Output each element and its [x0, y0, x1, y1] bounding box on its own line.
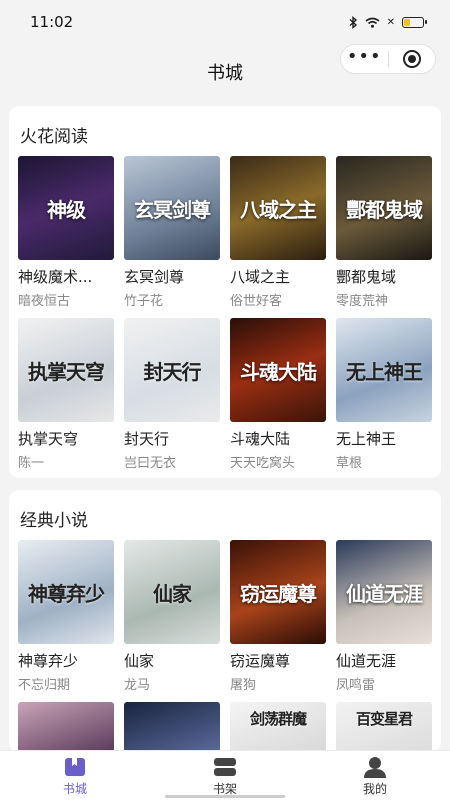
status-bar: 11:02 ✕	[0, 0, 450, 44]
cover-title-art: 剑荡群魔	[249, 710, 307, 728]
status-icons: ✕	[349, 15, 427, 29]
user-icon	[364, 757, 386, 778]
tab-bookstore[interactable]: 书城	[0, 751, 150, 800]
book-card[interactable]: 封天行 封天行 岂曰无衣	[124, 318, 220, 480]
book-grid: 神级 神级魔术... 暗夜恒古 玄冥剑尊 玄冥剑尊 竹子花 八域之主 八域之主 俗世好客 酆都鬼域…	[9, 156, 441, 480]
cover-title-art: 百变星君	[355, 710, 413, 728]
book-card[interactable]: 酆都鬼域 酆都鬼域 零度荒神	[336, 156, 432, 318]
book-title[interactable]: 仙家	[124, 650, 220, 671]
book-card[interactable]: 八域之主 八域之主 俗世好客	[230, 156, 326, 318]
book-title[interactable]: 神尊弃少	[18, 650, 114, 671]
book-title[interactable]: 八域之主	[230, 266, 326, 287]
cover-title-art: 八域之主	[240, 197, 317, 222]
book-grid: 神尊弃少 神尊弃少 不忘归期 仙家 仙家 龙马 窃运魔尊 窃运魔尊 屠狗 仙道无涯 仙道无涯 凤鸣雷	[9, 540, 441, 702]
bluetooth-icon	[349, 15, 357, 29]
cover-title-art: 神尊弃少	[28, 581, 105, 606]
book-author: 天天吃窝头	[230, 456, 296, 471]
book-title[interactable]: 斗魂大陆	[230, 428, 326, 449]
cover-title-art: 窃运魔尊	[240, 581, 317, 606]
book-cover[interactable]: 酆都鬼域	[336, 156, 432, 260]
book-icon	[65, 758, 85, 776]
book-cover[interactable]: 无上神王	[336, 318, 432, 422]
book-card[interactable]: 仙道无涯 仙道无涯 凤鸣雷	[336, 540, 432, 702]
tab-label: 书城	[62, 782, 87, 796]
section-classic: 经典小说 神尊弃少 神尊弃少 不忘归期 仙家 仙家 龙马 窃运魔尊 窃运魔尊 屠狗 仙道无涯 仙道无…	[9, 490, 441, 752]
section-huohua: 火花阅读 神级 神级魔术... 暗夜恒古 玄冥剑尊 玄冥剑尊 竹子花 八域之主 八域之主 俗世好…	[9, 106, 441, 478]
book-cover[interactable]: 斗魂大陆	[230, 318, 326, 422]
book-author: 零度荒神	[336, 294, 389, 309]
signal-icon: ✕	[386, 16, 395, 28]
book-cover[interactable]	[18, 702, 114, 752]
book-author: 龙马	[124, 678, 151, 693]
nav-bar: 书城 •••	[0, 44, 450, 100]
book-author: 竹子花	[124, 294, 164, 309]
book-cover[interactable]: 仙道无涯	[336, 540, 432, 644]
book-cover[interactable]: 仙家	[124, 540, 220, 644]
cover-title-art: 斗魂大陆	[240, 359, 317, 384]
tab-profile[interactable]: 我的	[300, 751, 450, 800]
close-icon	[402, 50, 421, 68]
status-time: 11:02	[30, 13, 74, 31]
more-dots-icon: •••	[346, 46, 382, 67]
book-title[interactable]: 窃运魔尊	[230, 650, 326, 671]
wifi-icon	[365, 17, 380, 28]
close-button[interactable]	[389, 45, 436, 73]
book-card[interactable]: 无上神王 无上神王 草根	[336, 318, 432, 480]
book-cover[interactable]: 八域之主	[230, 156, 326, 260]
book-title[interactable]: 执掌天穹	[18, 428, 114, 449]
cover-title-art: 仙家	[153, 581, 192, 606]
book-card[interactable]: 玄冥剑尊 玄冥剑尊 竹子花	[124, 156, 220, 318]
book-cover[interactable]: 封天行	[124, 318, 220, 422]
book-cover[interactable]: 神级	[18, 156, 114, 260]
book-author: 岂曰无衣	[124, 456, 177, 471]
book-cover[interactable]: 执掌天穹	[18, 318, 114, 422]
book-cover[interactable]: 剑荡群魔	[230, 702, 326, 752]
home-indicator	[165, 795, 285, 798]
book-author: 陈一	[18, 456, 45, 471]
book-cover[interactable]	[124, 702, 220, 752]
book-cover[interactable]: 玄冥剑尊	[124, 156, 220, 260]
cover-title-art: 神级	[47, 197, 86, 222]
section-title: 火花阅读	[20, 127, 88, 147]
book-card[interactable]: 仙家 仙家 龙马	[124, 540, 220, 702]
book-title[interactable]: 封天行	[124, 428, 220, 449]
book-title[interactable]: 玄冥剑尊	[124, 266, 220, 287]
cover-title-art: 封天行	[143, 359, 202, 384]
book-title[interactable]: 神级魔术...	[18, 266, 114, 287]
book-author: 不忘归期	[18, 678, 71, 693]
cover-title-art: 仙道无涯	[346, 581, 423, 606]
cover-title-art: 酆都鬼域	[346, 197, 423, 222]
bookshelf-icon	[214, 758, 236, 776]
book-card[interactable]: 神尊弃少 神尊弃少 不忘归期	[18, 540, 114, 702]
book-cover[interactable]: 窃运魔尊	[230, 540, 326, 644]
cover-title-art: 无上神王	[346, 359, 423, 384]
book-title[interactable]: 酆都鬼域	[336, 266, 432, 287]
section-title: 经典小说	[20, 511, 88, 531]
book-cover[interactable]: 百变星君	[336, 702, 432, 752]
cover-title-art: 玄冥剑尊	[134, 197, 211, 222]
book-card[interactable]: 斗魂大陆 斗魂大陆 天天吃窝头	[230, 318, 326, 480]
book-author: 屠狗	[230, 678, 257, 693]
book-author: 俗世好客	[230, 294, 283, 309]
book-grid-partial: 剑荡群魔 百变星君	[9, 702, 441, 752]
tab-bar: 书城 书架 我的	[0, 750, 450, 800]
book-author: 暗夜恒古	[18, 294, 71, 309]
more-button[interactable]: •••	[341, 45, 388, 73]
book-title[interactable]: 无上神王	[336, 428, 432, 449]
book-title[interactable]: 仙道无涯	[336, 650, 432, 671]
tab-bookshelf[interactable]: 书架	[150, 751, 300, 800]
book-card[interactable]: 执掌天穹 执掌天穹 陈一	[18, 318, 114, 480]
page-title: 书城	[207, 63, 243, 84]
book-cover[interactable]: 神尊弃少	[18, 540, 114, 644]
book-author: 凤鸣雷	[336, 678, 376, 693]
book-author: 草根	[336, 456, 363, 471]
battery-icon	[402, 16, 427, 28]
cover-title-art: 执掌天穹	[28, 359, 105, 384]
book-card[interactable]: 神级神级魔术... 暗夜恒古	[18, 156, 114, 318]
tab-label: 我的	[362, 782, 387, 796]
book-card[interactable]: 窃运魔尊 窃运魔尊 屠狗	[230, 540, 326, 702]
mini-program-capsule: •••	[340, 44, 436, 74]
